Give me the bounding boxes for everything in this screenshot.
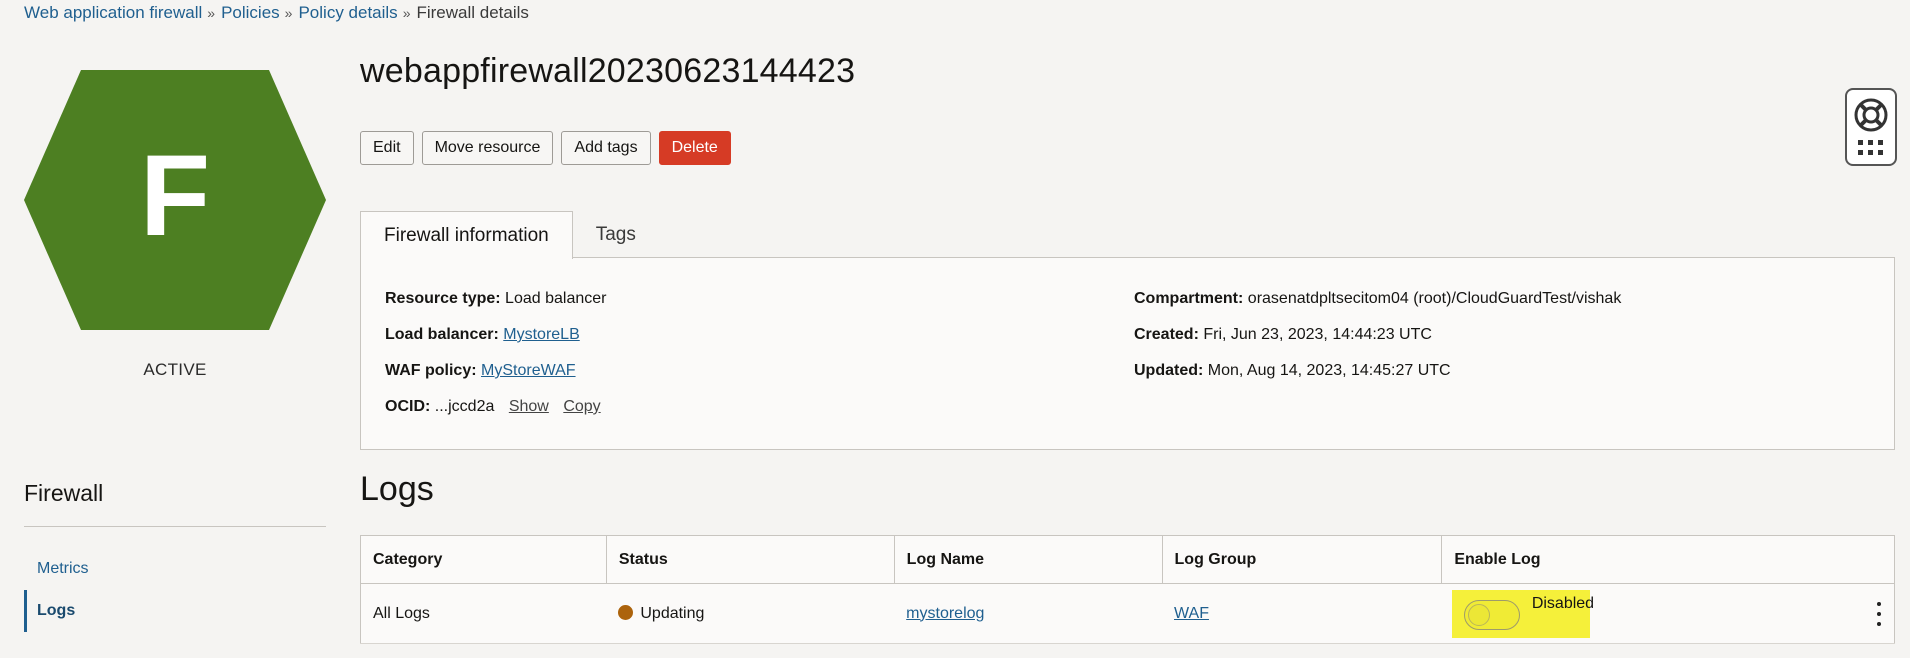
resources-title: Firewall [24,480,104,506]
resources-nav: Metrics Logs [24,548,326,632]
table-row: All Logs Updating mystorelog WAF Disable… [360,583,1895,644]
status-text: Updating [640,604,705,622]
info-updated: Updated: Mon, Aug 14, 2023, 14:45:27 UTC [1134,362,1621,398]
delete-button[interactable]: Delete [658,131,731,165]
info-created: Created: Fri, Jun 23, 2023, 14:44:23 UTC [1134,326,1621,362]
edit-button[interactable]: Edit [360,131,414,165]
enable-log-toggle[interactable] [1463,600,1520,630]
cell-category: All Logs [360,583,607,644]
column-header-status: Status [606,535,895,584]
info-column-left: Resource type: Load balancer Load balanc… [385,290,606,434]
info-column-right: Compartment: orasenatdpltsecitom04 (root… [1134,290,1621,398]
info-label: Created: [1134,326,1199,343]
page-title: webappfirewall20230623144423 [360,52,856,90]
info-value: Mon, Aug 14, 2023, 14:45:27 UTC [1207,362,1451,379]
info-label: Load balancer: [385,326,499,343]
logs-table: Category Status Log Name Log Group Enabl… [360,535,1895,644]
resource-nav-logs[interactable]: Logs [24,590,326,632]
ocid-show-link[interactable]: Show [509,398,549,415]
grid-icon[interactable] [1857,139,1885,157]
breadcrumb: Web application firewall » Policies » Po… [24,2,529,24]
cell-status: Updating [606,583,895,644]
info-value: Load balancer [505,290,607,307]
logs-section-title: Logs [360,470,434,508]
help-widget[interactable] [1845,88,1897,166]
info-load-balancer: Load balancer: MystoreLB [385,326,606,362]
tab-bar: Firewall information Tags [360,211,659,259]
kebab-menu-icon[interactable] [1872,602,1886,626]
cell-log-group: WAF [1162,583,1442,644]
breadcrumb-policy-details[interactable]: Policy details [298,3,397,23]
column-header-log-group: Log Group [1162,535,1443,584]
cell-enable-log: Disabled [1441,583,1895,644]
resource-nav-metrics[interactable]: Metrics [24,548,326,590]
lifebuoy-icon[interactable] [1853,97,1889,133]
breadcrumb-separator: » [402,5,411,21]
log-group-link[interactable]: WAF [1174,605,1209,622]
info-value: orasenatdpltsecitom04 (root)/CloudGuardT… [1247,290,1622,307]
column-header-category: Category [360,535,607,584]
column-header-log-name: Log Name [894,535,1163,584]
info-label: OCID: [385,398,431,415]
waf-policy-link[interactable]: MyStoreWAF [481,362,576,379]
info-ocid: OCID: ...jccd2a Show Copy [385,398,606,434]
info-label: Updated: [1134,362,1204,379]
table-header-row: Category Status Log Name Log Group Enabl… [360,535,1895,584]
tab-firewall-information[interactable]: Firewall information [360,211,573,259]
log-name-link[interactable]: mystorelog [906,605,984,622]
info-label: Resource type: [385,290,501,307]
info-compartment: Compartment: orasenatdpltsecitom04 (root… [1134,290,1621,326]
breadcrumb-policies[interactable]: Policies [221,3,280,23]
resource-letter: F [140,132,210,260]
tab-tags[interactable]: Tags [573,211,659,258]
info-label: WAF policy: [385,362,477,379]
move-resource-button[interactable]: Move resource [421,131,554,165]
info-label: Compartment: [1134,290,1244,307]
enable-log-label: Disabled [1531,595,1595,612]
info-resource-type: Resource type: Load balancer [385,290,606,326]
breadcrumb-separator: » [207,5,216,21]
resource-hexagon-icon: F [24,70,326,330]
resources-divider [24,526,326,527]
ocid-copy-link[interactable]: Copy [563,398,600,415]
ocid-value: ...jccd2a [434,398,495,415]
load-balancer-link[interactable]: MystoreLB [503,326,579,343]
breadcrumb-web-application-firewall[interactable]: Web application firewall [24,3,202,23]
add-tags-button[interactable]: Add tags [561,131,651,165]
breadcrumb-current: Firewall details [416,3,529,22]
status-dot-icon [618,604,634,620]
info-waf-policy: WAF policy: MyStoreWAF [385,362,606,398]
firewall-information-panel: Resource type: Load balancer Load balanc… [360,257,1895,450]
toggle-knob [1467,604,1490,626]
action-bar: Edit Move resource Add tags Delete [360,131,731,165]
cell-log-name: mystorelog [894,583,1163,644]
column-header-enable-log: Enable Log [1441,535,1895,584]
lifecycle-state: ACTIVE [143,360,207,379]
breadcrumb-separator: » [284,5,293,21]
info-value: Fri, Jun 23, 2023, 14:44:23 UTC [1203,326,1432,343]
